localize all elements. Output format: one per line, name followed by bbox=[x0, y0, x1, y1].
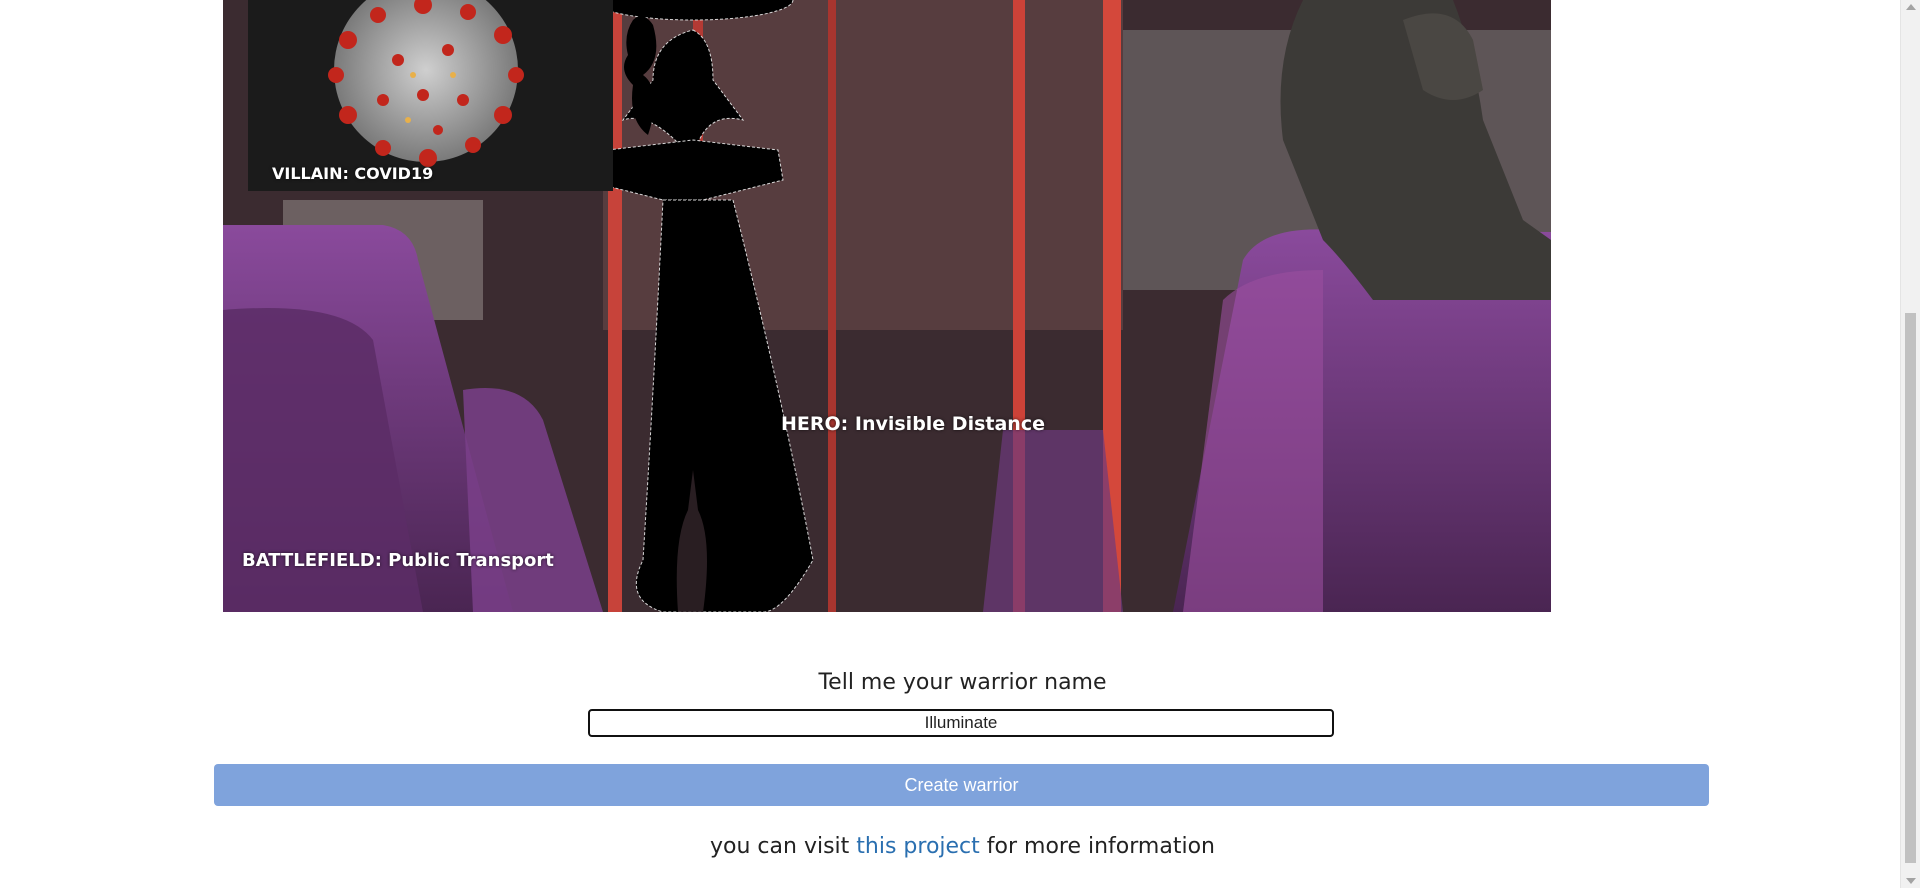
create-warrior-button[interactable]: Create warrior bbox=[214, 764, 1709, 806]
page: VILLAIN: COVID19 HERO: Invisible Distanc… bbox=[0, 0, 1920, 888]
scrollbar-thumb[interactable] bbox=[1905, 313, 1916, 863]
warrior-scene-image: VILLAIN: COVID19 HERO: Invisible Distanc… bbox=[223, 0, 1551, 612]
vertical-scrollbar[interactable] bbox=[1900, 0, 1920, 888]
villain-image: VILLAIN: COVID19 bbox=[248, 0, 613, 191]
project-link[interactable]: this project bbox=[856, 834, 980, 859]
info-line: you can visit this project for more info… bbox=[0, 834, 1920, 859]
virus-illustration bbox=[248, 0, 613, 191]
battlefield-label: BATTLEFIELD: Public Transport bbox=[242, 550, 554, 571]
info-suffix: for more information bbox=[986, 834, 1215, 859]
scroll-down-icon[interactable] bbox=[1906, 878, 1916, 884]
warrior-name-prompt: Tell me your warrior name bbox=[818, 670, 1107, 695]
info-prefix: you can visit bbox=[710, 834, 850, 859]
scroll-up-icon[interactable] bbox=[1906, 4, 1916, 10]
villain-label: VILLAIN: COVID19 bbox=[272, 164, 434, 183]
hero-label: HERO: Invisible Distance bbox=[781, 413, 1045, 435]
warrior-name-input[interactable] bbox=[588, 709, 1334, 737]
